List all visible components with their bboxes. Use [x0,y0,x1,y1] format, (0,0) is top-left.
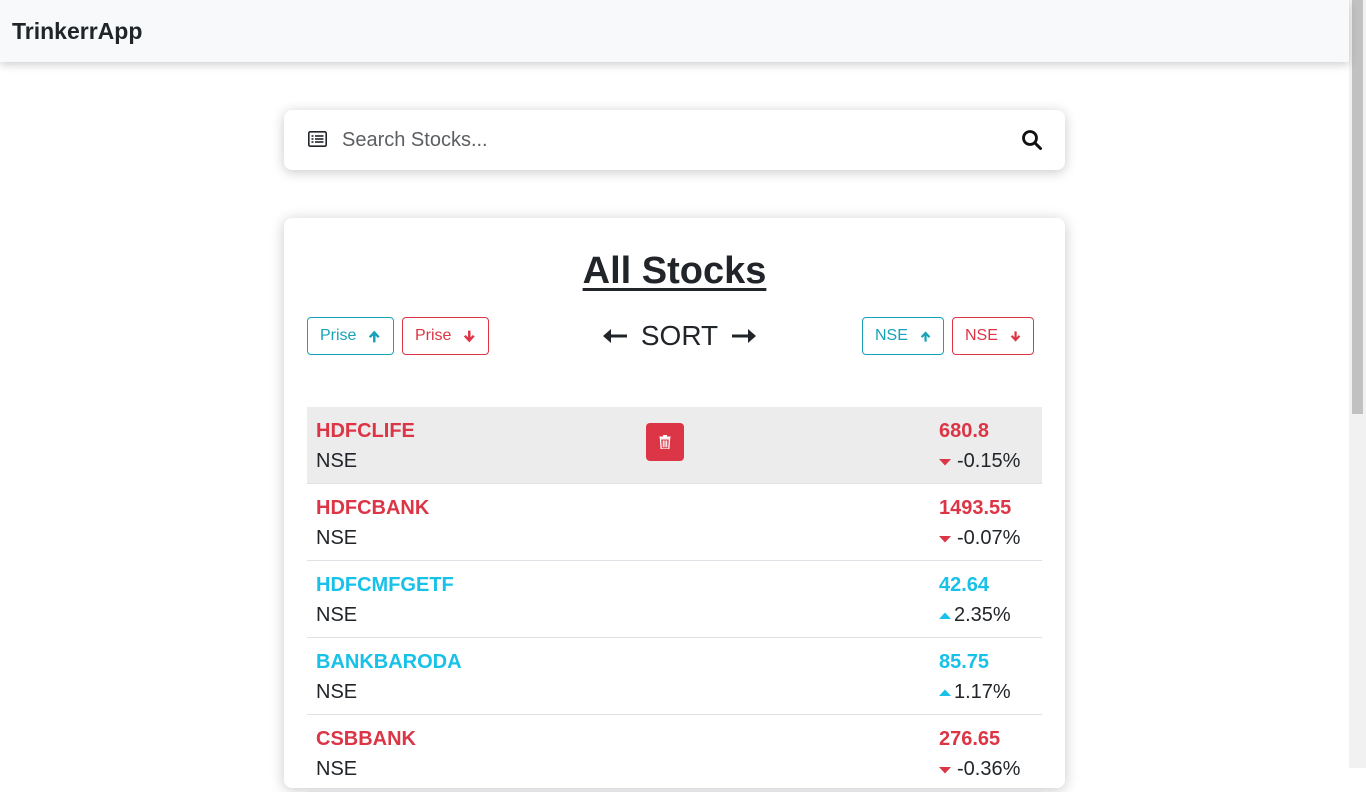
caret-down-icon [939,458,951,465]
stock-exchange: NSE [316,758,358,780]
arrow-up-icon [369,330,381,342]
stock-symbol: BANKBARODA [316,651,462,673]
caret-down-icon [939,535,951,542]
arrow-down-icon [464,330,476,342]
stock-row[interactable]: CSBBANK NSE 276.65 -0.36% [307,715,1042,792]
sort-nse-desc-label: NSE [965,327,998,344]
sort-price-asc-button[interactable]: Prise [307,317,394,355]
arrow-up-icon [920,330,931,342]
stock-exchange: NSE [316,604,358,626]
stock-change: -0.15% [939,450,1020,473]
stock-change-value: -0.36% [957,758,1021,780]
search-bar [284,110,1065,170]
stock-row[interactable]: HDFCLIFE NSE 680.8 -0.15% [307,407,1042,484]
caret-down-icon [939,766,951,773]
brand-logo[interactable]: TrinkerrApp [12,18,142,45]
stock-change-value: -0.07% [957,527,1021,549]
sort-price-asc-label: Prise [320,327,357,344]
page-scrollbar[interactable] [1349,0,1366,768]
list-alt-icon [308,131,327,147]
stock-symbol: HDFCBANK [316,497,430,519]
stock-symbol: HDFCMFGETF [316,574,454,596]
sort-price-desc-label: Prise [415,327,452,344]
arrow-down-icon [1010,330,1021,342]
stock-price: 42.64 [939,574,990,596]
stock-price: 1493.55 [939,497,1012,519]
sort-nse-asc-label: NSE [875,327,908,344]
stock-symbol: CSBBANK [316,728,416,750]
arrow-left-icon [603,329,627,343]
stock-row[interactable]: HDFCMFGETF NSE 42.64 2.35% [307,561,1042,638]
stock-symbol: HDFCLIFE [316,420,415,442]
arrow-right-icon [732,329,756,343]
stock-change: 1.17% [939,681,1011,704]
caret-up-icon [939,689,951,696]
sort-label: SORT [602,319,757,353]
stock-price: 680.8 [939,420,990,442]
trash-icon [659,435,671,449]
sort-text: SORT [640,320,719,351]
stock-change: -0.07% [939,527,1020,550]
stock-list: HDFCLIFE NSE 680.8 -0.15% HDFCBANK NSE 1… [307,407,1042,792]
sort-nse-asc-button[interactable]: NSE [862,317,944,355]
stock-change: -0.36% [939,758,1020,781]
sort-nse-desc-button[interactable]: NSE [952,317,1034,355]
sort-price-desc-button[interactable]: Prise [402,317,489,355]
delete-stock-button[interactable] [646,423,684,461]
stock-price: 85.75 [939,651,990,673]
stock-exchange: NSE [316,681,358,703]
stock-change-value: -0.15% [957,450,1021,472]
navbar: TrinkerrApp [0,0,1349,62]
scrollbar-thumb[interactable] [1352,0,1363,414]
stocks-card: All Stocks Prise Prise SORT NSE NSE HDFC… [284,218,1065,792]
stock-row[interactable]: BANKBARODA NSE 85.75 1.17% [307,638,1042,715]
page-title: All Stocks [582,250,767,292]
stock-exchange: NSE [316,450,358,472]
stock-change-value: 2.35% [954,604,1011,626]
search-icon[interactable] [1021,129,1043,151]
stock-price: 276.65 [939,728,1001,750]
search-input[interactable] [342,124,982,156]
stock-change-value: 1.17% [954,681,1011,703]
stock-change: 2.35% [939,604,1011,627]
stock-row[interactable]: HDFCBANK NSE 1493.55 -0.07% [307,484,1042,561]
stock-exchange: NSE [316,527,358,549]
caret-up-icon [939,612,951,619]
